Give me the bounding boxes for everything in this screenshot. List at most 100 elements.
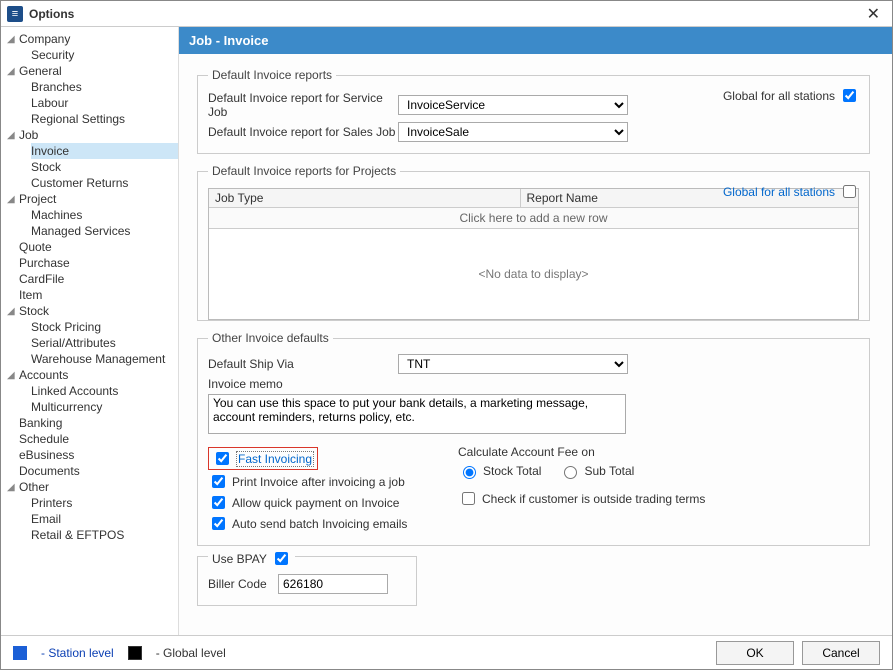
memo-label: Invoice memo (208, 377, 398, 391)
project-reports-grid[interactable]: Job Type Report Name Click here to add a… (208, 188, 859, 320)
use-bpay-checkbox[interactable] (275, 552, 288, 565)
global-projects-checkbox[interactable] (843, 185, 856, 198)
tree-item-retail-eftpos[interactable]: Retail & EFTPOS (31, 527, 178, 543)
tree-group-label: eBusiness (19, 448, 74, 462)
tree-group-ebusiness[interactable]: eBusiness (1, 447, 178, 463)
app-icon: ≡ (7, 6, 23, 22)
tree-group-label: Company (19, 32, 70, 46)
tree-item-multicurrency[interactable]: Multicurrency (31, 399, 178, 415)
trading-terms-checkbox[interactable] (462, 492, 475, 505)
tree-group-other[interactable]: ◢Other (1, 479, 178, 495)
service-report-label: Default Invoice report for Service Job (208, 91, 398, 119)
tree-group-label: Project (19, 192, 56, 206)
close-icon[interactable]: ✕ (861, 4, 886, 24)
tree-group-cardfile[interactable]: CardFile (1, 271, 178, 287)
content-header: Job - Invoice (179, 27, 892, 54)
invoice-memo-textarea[interactable]: You can use this space to put your bank … (208, 394, 626, 434)
group-legend: Other Invoice defaults (208, 331, 333, 345)
global-label-link[interactable]: Global for all stations (723, 185, 835, 199)
group-legend: Default Invoice reports for Projects (208, 164, 400, 178)
tree-item-branches[interactable]: Branches (31, 79, 178, 95)
radio-sub-total[interactable]: Sub Total (559, 463, 634, 479)
tree-group-purchase[interactable]: Purchase (1, 255, 178, 271)
grid-col-jobtype[interactable]: Job Type (209, 189, 521, 207)
chevron-down-icon: ◢ (7, 66, 17, 77)
tree-item-serial-attributes[interactable]: Serial/Attributes (31, 335, 178, 351)
tree-group-label: Schedule (19, 432, 69, 446)
chevron-down-icon: ◢ (7, 34, 17, 45)
print-after-invoice-checkbox[interactable] (212, 475, 225, 488)
tree-item-customer-returns[interactable]: Customer Returns (31, 175, 178, 191)
tree-group-label: Other (19, 480, 49, 494)
tree-item-printers[interactable]: Printers (31, 495, 178, 511)
sales-report-select[interactable]: InvoiceSale (398, 122, 628, 142)
tree-group-banking[interactable]: Banking (1, 415, 178, 431)
station-level-label: - Station level (41, 646, 114, 660)
use-bpay-label: Use BPAY (212, 552, 267, 566)
tree-item-machines[interactable]: Machines (31, 207, 178, 223)
fast-invoicing-checkbox[interactable] (216, 452, 229, 465)
bpay-group: Use BPAY Biller Code (197, 556, 417, 606)
radio-stock-total-input[interactable] (463, 466, 476, 479)
tree-group-label: Item (19, 288, 42, 302)
tree-group-project[interactable]: ◢Project (1, 191, 178, 207)
chevron-down-icon: ◢ (7, 306, 17, 317)
tree-group-quote[interactable]: Quote (1, 239, 178, 255)
batch-email-label: Auto send batch Invoicing emails (232, 517, 407, 531)
global-level-swatch (128, 646, 142, 660)
print-after-invoice-label: Print Invoice after invoicing a job (232, 475, 405, 489)
sales-report-label: Default Invoice report for Sales Job (208, 125, 398, 139)
tree-item-warehouse-management[interactable]: Warehouse Management (31, 351, 178, 367)
content-pane: Job - Invoice Default Invoice reports Gl… (179, 27, 892, 635)
tree-item-invoice[interactable]: Invoice (31, 143, 178, 159)
tree-group-stock[interactable]: ◢Stock (1, 303, 178, 319)
grid-new-row[interactable]: Click here to add a new row (209, 208, 858, 229)
chevron-down-icon: ◢ (7, 130, 17, 141)
tree-item-linked-accounts[interactable]: Linked Accounts (31, 383, 178, 399)
tree-group-documents[interactable]: Documents (1, 463, 178, 479)
tree-item-regional-settings[interactable]: Regional Settings (31, 111, 178, 127)
ok-button[interactable]: OK (716, 641, 794, 665)
default-project-reports-group: Default Invoice reports for Projects Glo… (197, 164, 870, 321)
cancel-button[interactable]: Cancel (802, 641, 880, 665)
footer: - Station level - Global level OK Cancel (1, 635, 892, 669)
tree-group-label: Accounts (19, 368, 68, 382)
tree-group-label: Banking (19, 416, 62, 430)
quick-payment-checkbox[interactable] (212, 496, 225, 509)
fast-invoicing-label: Fast Invoicing (236, 451, 314, 467)
tree-group-item[interactable]: Item (1, 287, 178, 303)
tree-group-schedule[interactable]: Schedule (1, 431, 178, 447)
tree-item-security[interactable]: Security (31, 47, 178, 63)
tree-group-label: Documents (19, 464, 80, 478)
chevron-down-icon: ◢ (7, 194, 17, 205)
shipvia-select[interactable]: TNT (398, 354, 628, 374)
window-title: Options (29, 7, 74, 21)
tree-group-label: General (19, 64, 62, 78)
tree-item-stock-pricing[interactable]: Stock Pricing (31, 319, 178, 335)
tree-item-stock[interactable]: Stock (31, 159, 178, 175)
tree-item-email[interactable]: Email (31, 511, 178, 527)
service-report-select[interactable]: InvoiceService (398, 95, 628, 115)
global-label: Global for all stations (723, 89, 835, 103)
tree-group-company[interactable]: ◢Company (1, 31, 178, 47)
global-all-stations-checkbox[interactable] (843, 89, 856, 102)
tree-group-accounts[interactable]: ◢Accounts (1, 367, 178, 383)
tree-item-managed-services[interactable]: Managed Services (31, 223, 178, 239)
biller-code-input[interactable] (278, 574, 388, 594)
group-legend: Default Invoice reports (208, 68, 336, 82)
tree-group-job[interactable]: ◢Job (1, 127, 178, 143)
tree-group-label: Purchase (19, 256, 70, 270)
chevron-down-icon: ◢ (7, 482, 17, 493)
tree-item-labour[interactable]: Labour (31, 95, 178, 111)
radio-sub-total-input[interactable] (564, 466, 577, 479)
tree-group-general[interactable]: ◢General (1, 63, 178, 79)
default-invoice-reports-group: Default Invoice reports Global for all s… (197, 68, 870, 154)
quick-payment-label: Allow quick payment on Invoice (232, 496, 399, 510)
calc-fee-label: Calculate Account Fee on (458, 445, 859, 459)
batch-email-checkbox[interactable] (212, 517, 225, 530)
grid-empty-placeholder: <No data to display> (209, 229, 858, 319)
radio-stock-total[interactable]: Stock Total (458, 463, 541, 479)
tree-group-label: Job (19, 128, 38, 142)
station-level-swatch (13, 646, 27, 660)
biller-code-label: Biller Code (208, 577, 278, 591)
